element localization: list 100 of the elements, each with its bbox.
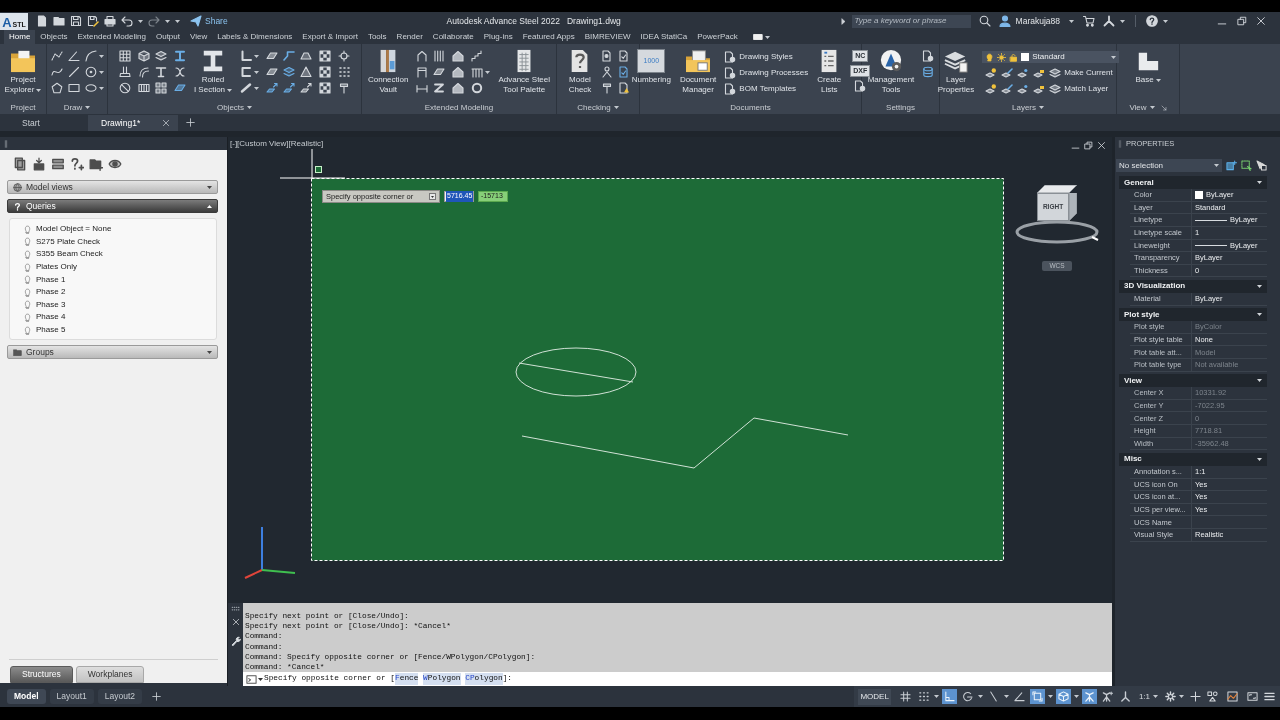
cone-icon[interactable] bbox=[300, 66, 313, 78]
query-item[interactable]: S355 Beam Check bbox=[36, 248, 103, 261]
ribbon-tab[interactable]: BIMREVIEW bbox=[579, 30, 636, 44]
status-toggle[interactable] bbox=[897, 689, 913, 704]
twisted-bar-icon[interactable] bbox=[173, 66, 186, 78]
ribbon-list-item[interactable]: Drawing Styles bbox=[724, 51, 809, 63]
document-check-icon[interactable] bbox=[618, 66, 630, 78]
dimension-line-icon[interactable] bbox=[416, 82, 429, 94]
caret-icon[interactable] bbox=[977, 695, 983, 698]
section-header[interactable]: Model views bbox=[7, 180, 218, 194]
plate-arrow-icon[interactable] bbox=[283, 82, 296, 94]
query-item[interactable]: Model Object = None bbox=[36, 223, 112, 236]
layout-tab[interactable]: Layout2 bbox=[97, 689, 143, 704]
caret-icon[interactable] bbox=[1120, 19, 1125, 23]
query-item[interactable]: Phase 1 bbox=[36, 273, 66, 286]
ribbon-button[interactable]: Advance Steel Tool Palette bbox=[497, 49, 552, 95]
select-objects-icon[interactable] bbox=[1241, 160, 1252, 171]
portal-frame-icon[interactable] bbox=[416, 66, 429, 78]
plate-arrow-icon[interactable] bbox=[266, 82, 279, 94]
section-header[interactable]: 3D Visualization bbox=[1119, 280, 1267, 293]
restore-icon[interactable] bbox=[1237, 16, 1247, 26]
query-item[interactable]: Phase 4 bbox=[36, 311, 66, 324]
fullscreen-icon[interactable] bbox=[1247, 691, 1258, 702]
document-warning-icon[interactable] bbox=[618, 82, 630, 94]
close-icon[interactable] bbox=[1256, 16, 1266, 26]
help-icon[interactable] bbox=[1146, 15, 1158, 27]
plus-icon[interactable] bbox=[1190, 691, 1201, 702]
ribbon-button[interactable]: Connection Vault bbox=[366, 49, 410, 95]
query-item[interactable]: Phase 3 bbox=[36, 298, 66, 311]
caret-icon[interactable] bbox=[85, 106, 91, 109]
folder-plus-icon[interactable] bbox=[89, 156, 103, 171]
section-header[interactable]: Misc bbox=[1119, 452, 1267, 466]
pentagon-icon[interactable] bbox=[50, 82, 63, 94]
ribbon-button[interactable]: Model Check bbox=[566, 49, 594, 95]
query-item[interactable]: Phase 5 bbox=[36, 324, 66, 337]
ribbon-tab[interactable]: Extended Modeling bbox=[72, 30, 151, 44]
restore-icon[interactable] bbox=[1084, 141, 1093, 150]
layer-lock-icon[interactable] bbox=[1033, 67, 1046, 79]
house-icon[interactable] bbox=[452, 66, 465, 78]
diagonal-arrow-icon[interactable] bbox=[1160, 104, 1167, 111]
cube-icon[interactable] bbox=[137, 50, 150, 62]
line-icon[interactable] bbox=[67, 66, 80, 78]
caret-icon[interactable] bbox=[254, 70, 260, 74]
close-icon[interactable] bbox=[231, 618, 240, 626]
ribbon-tab[interactable]: PowerPack bbox=[692, 30, 743, 44]
caret-icon[interactable] bbox=[1163, 19, 1168, 23]
grid-icon[interactable] bbox=[118, 50, 131, 62]
caret-icon[interactable] bbox=[1003, 695, 1009, 698]
bolt-icon[interactable] bbox=[601, 82, 613, 94]
ribbon-tab[interactable]: Render bbox=[391, 30, 428, 44]
layer-bulb-icon[interactable] bbox=[985, 83, 998, 95]
tripod-logo-icon[interactable] bbox=[1103, 15, 1115, 27]
layer-dot-icon[interactable] bbox=[1017, 67, 1030, 79]
ellipse-icon[interactable] bbox=[84, 82, 97, 94]
plate-icon[interactable] bbox=[266, 66, 279, 78]
command-history-button[interactable] bbox=[243, 673, 264, 685]
ribbon-list-item[interactable]: Make Current bbox=[1049, 67, 1113, 79]
stacked-plates-icon[interactable] bbox=[154, 50, 167, 62]
caret-icon[interactable] bbox=[1039, 106, 1044, 109]
floppy-pencil-icon[interactable] bbox=[87, 15, 99, 27]
four-squares-icon[interactable] bbox=[154, 82, 167, 94]
bent-plate-icon[interactable] bbox=[283, 50, 296, 62]
status-toggle[interactable] bbox=[1055, 689, 1071, 704]
caret-icon[interactable] bbox=[254, 86, 260, 90]
status-toggle[interactable] bbox=[1011, 689, 1027, 704]
house-icon[interactable] bbox=[452, 50, 465, 62]
viewcube-top-face[interactable] bbox=[1037, 185, 1077, 193]
rectangle-icon[interactable] bbox=[67, 82, 80, 94]
ribbon-list-item[interactable]: Match Layer bbox=[1049, 83, 1109, 95]
column-base-icon[interactable] bbox=[118, 66, 131, 78]
status-toggle[interactable] bbox=[1029, 689, 1045, 704]
ribbon-tab[interactable]: Objects bbox=[35, 30, 73, 44]
caret-icon[interactable] bbox=[1179, 695, 1184, 698]
folded-plate-icon[interactable] bbox=[300, 50, 313, 62]
ribbon-button[interactable]: Project Explorer bbox=[3, 49, 43, 95]
search-icon[interactable] bbox=[978, 15, 991, 27]
cursor-box-icon[interactable] bbox=[1256, 160, 1267, 171]
caret-icon[interactable] bbox=[1069, 19, 1074, 23]
close-icon[interactable] bbox=[1097, 141, 1106, 150]
query-item[interactable]: Plates Only bbox=[36, 261, 77, 274]
user-icon[interactable] bbox=[998, 15, 1011, 27]
plus-icon[interactable] bbox=[186, 118, 195, 127]
target-icon[interactable] bbox=[338, 50, 351, 62]
document-check-icon[interactable] bbox=[618, 50, 630, 62]
document-tab[interactable]: Start bbox=[0, 115, 88, 131]
search-field[interactable]: Type a keyword or phrase bbox=[851, 14, 971, 28]
channel-profile-icon[interactable] bbox=[240, 66, 253, 78]
i-beam-icon[interactable] bbox=[173, 50, 186, 62]
share-button[interactable]: Share bbox=[190, 14, 228, 28]
document-gear-icon[interactable] bbox=[854, 80, 867, 92]
annotation-scale-button[interactable]: 1:1 bbox=[1138, 690, 1150, 703]
stacked-plates-icon[interactable] bbox=[283, 66, 296, 78]
section-header[interactable]: Plot style bbox=[1119, 308, 1267, 322]
ribbon-tab[interactable]: Tools bbox=[362, 30, 392, 44]
caret-icon[interactable] bbox=[247, 106, 253, 109]
spline-icon[interactable] bbox=[50, 66, 63, 78]
prohibited-icon[interactable] bbox=[118, 82, 131, 94]
caret-right-icon[interactable] bbox=[839, 17, 847, 25]
ribbon-button[interactable]: Rolled I Section bbox=[192, 49, 234, 95]
status-toggle[interactable] bbox=[1081, 689, 1097, 704]
